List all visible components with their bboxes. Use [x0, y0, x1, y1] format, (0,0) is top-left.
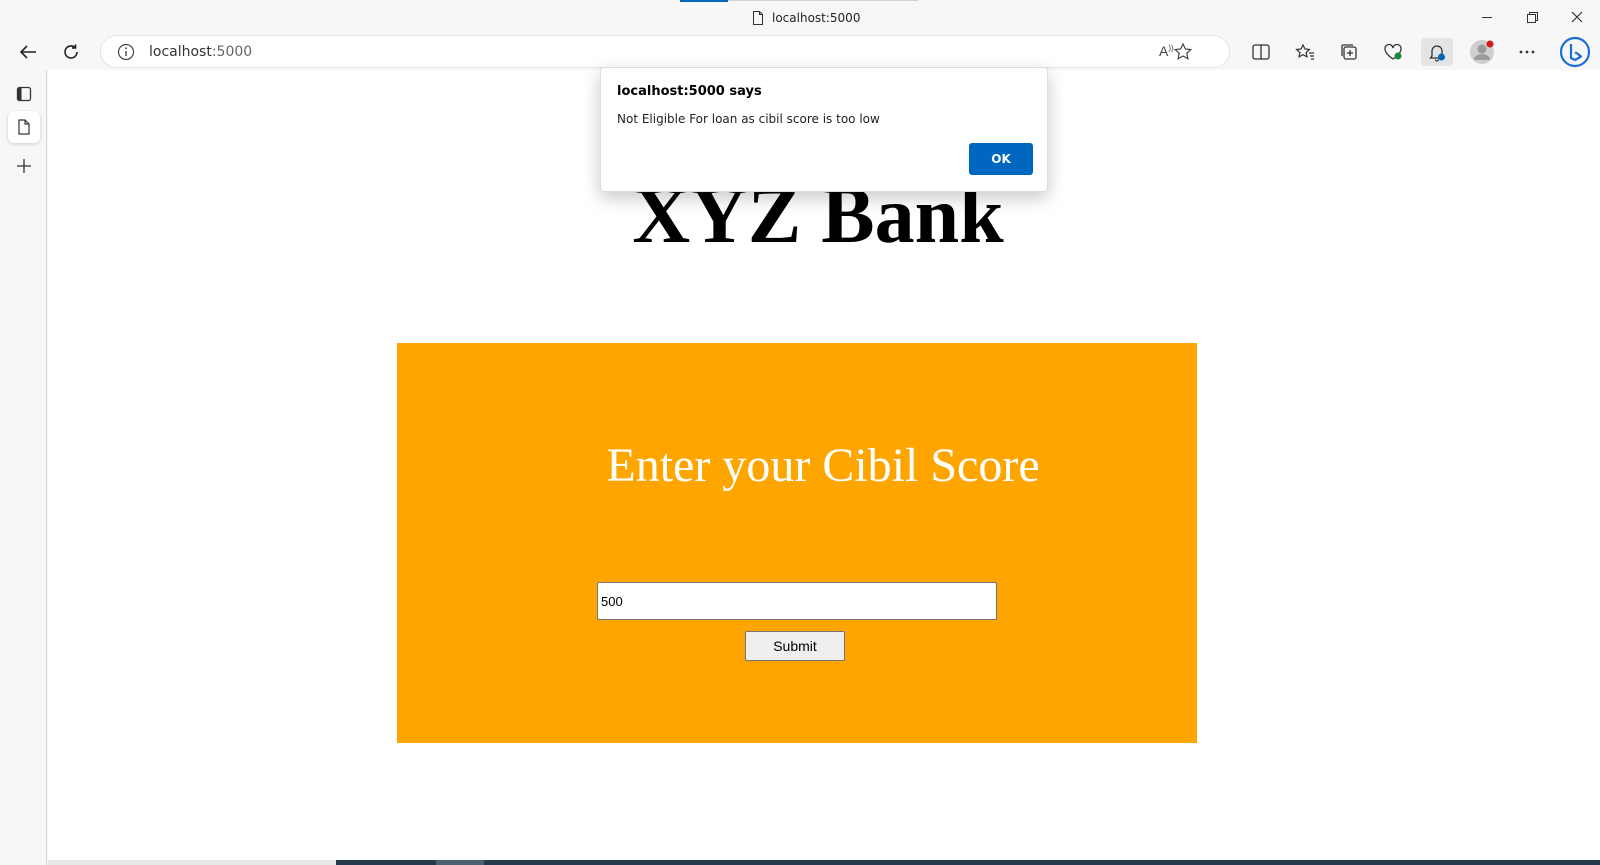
restore-icon — [1526, 11, 1538, 23]
window-title-text: localhost:5000 — [772, 11, 861, 25]
collections-icon — [1341, 44, 1357, 60]
read-aloud-label: A — [1159, 43, 1169, 59]
split-screen-icon — [1252, 44, 1270, 60]
page-icon — [18, 119, 30, 135]
url-text[interactable]: localhost:5000 — [149, 44, 252, 60]
star-icon[interactable] — [1173, 42, 1193, 62]
site-info-icon[interactable] — [117, 43, 135, 61]
taskbar-segment-active — [436, 860, 484, 865]
refresh-icon — [64, 44, 78, 59]
taskbar-segment — [48, 860, 336, 865]
url-port: :5000 — [211, 44, 253, 60]
tab-localhost[interactable] — [8, 111, 40, 143]
browser-titlebar: localhost:5000 — [0, 0, 1600, 34]
ok-button[interactable]: OK — [969, 143, 1033, 175]
submit-button[interactable]: Submit — [745, 631, 845, 661]
restore-button[interactable] — [1515, 6, 1549, 28]
favorites-icon — [1295, 43, 1314, 60]
close-window-button[interactable] — [1560, 6, 1594, 28]
settings-more-button[interactable] — [1511, 38, 1543, 66]
vertical-tabs-sidebar — [0, 70, 47, 865]
browser-toolbar: localhost:5000 A)) — [0, 34, 1600, 70]
plus-icon — [17, 159, 31, 173]
tab-divider — [728, 0, 918, 1]
cibil-score-input[interactable] — [597, 582, 997, 620]
dialog-title: localhost:5000 says — [617, 84, 762, 99]
collections-button[interactable] — [1333, 38, 1365, 66]
tab-actions-icon — [16, 86, 32, 102]
address-bar[interactable]: localhost:5000 A)) — [100, 35, 1230, 68]
copilot-button[interactable] — [1557, 35, 1593, 69]
page-icon — [753, 11, 763, 25]
favorites-button[interactable] — [1289, 38, 1321, 66]
panel-heading: Enter your Cibil Score — [606, 439, 1040, 492]
url-host: localhost — [149, 44, 212, 60]
window-title: localhost:5000 — [752, 9, 860, 27]
bing-copilot-icon — [1559, 36, 1591, 68]
minimize-button[interactable] — [1470, 6, 1504, 28]
heart-pulse-icon — [1384, 43, 1402, 60]
bell-icon — [1429, 45, 1445, 62]
refresh-button[interactable] — [55, 38, 87, 66]
close-icon — [1571, 11, 1583, 23]
tab-actions-button[interactable] — [8, 78, 40, 110]
alert-dialog: localhost:5000 says Not Eligible For loa… — [600, 67, 1048, 192]
back-arrow-icon — [19, 45, 36, 59]
browser-essentials-button[interactable] — [1377, 38, 1409, 66]
more-dots-icon — [1519, 50, 1535, 54]
minimize-icon — [1482, 17, 1492, 18]
taskbar-edge — [48, 860, 1600, 865]
avatar — [1470, 40, 1494, 64]
dialog-message: Not Eligible For loan as cibil score is … — [617, 112, 880, 126]
tab-indicator — [680, 0, 728, 2]
notifications-button[interactable] — [1421, 38, 1453, 66]
profile-button[interactable] — [1466, 38, 1498, 66]
cibil-form-panel: Enter your Cibil Score Submit — [397, 343, 1197, 743]
back-button[interactable] — [12, 38, 44, 66]
new-tab-button[interactable] — [8, 150, 40, 182]
read-aloud-icon[interactable]: A)) — [1159, 43, 1174, 59]
split-screen-button[interactable] — [1245, 38, 1277, 66]
